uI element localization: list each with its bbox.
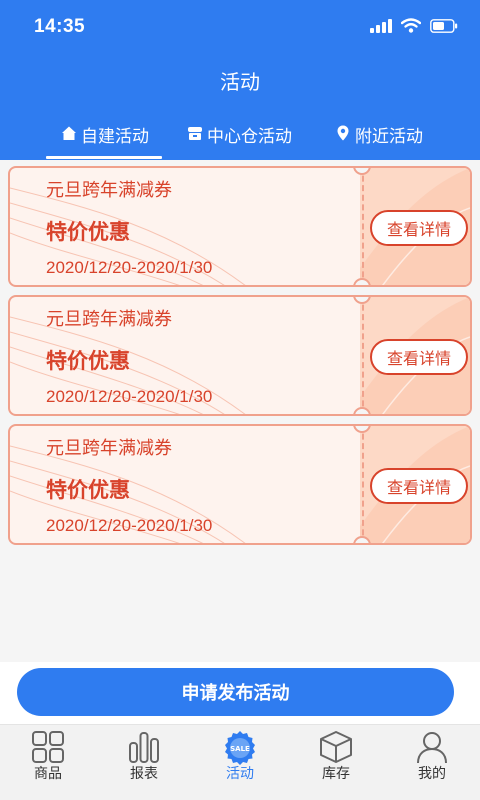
header: 14:35 活动 自建活动 中心仓活动 附近活动 [0,0,480,160]
nav-item-activities[interactable]: SALE 活动 [192,725,288,800]
coupon-divider [362,297,364,414]
coupon-card: 元旦跨年满减券 特价优惠 2020/12/20-2020/1/30 查看详情 [8,424,472,545]
nav-item-reports[interactable]: 报表 [96,725,192,800]
coupon-divider [362,168,364,285]
coupon-card: 元旦跨年满减券 特价优惠 2020/12/20-2020/1/30 查看详情 [8,166,472,287]
box-icon [320,731,352,763]
nav-item-inventory[interactable]: 库存 [288,725,384,800]
coupon-name: 元旦跨年满减券 [46,309,172,330]
coupon-name: 元旦跨年满减券 [46,438,172,459]
tab-active-indicator [46,156,162,159]
page-title: 活动 [220,70,260,94]
home-icon [62,126,76,140]
view-details-button[interactable]: 查看详情 [370,210,468,246]
tab-label: 中心仓活动 [207,127,292,147]
status-icons [370,18,458,33]
nav-label: 商品 [34,766,62,782]
sale-badge-icon: SALE [225,731,255,765]
store-icon [188,127,202,140]
coupon-name: 元旦跨年满减券 [46,180,172,201]
nav-label: 活动 [226,766,254,782]
status-time: 14:35 [34,16,86,37]
battery-icon [430,18,458,33]
tab-self-built[interactable]: 自建活动 [60,122,149,160]
tab-bar: 自建活动 中心仓活动 附近活动 [0,118,480,160]
nav-item-products[interactable]: 商品 [0,725,96,800]
coupon-type: 特价优惠 [46,478,130,502]
tab-nearby[interactable]: 附近活动 [334,122,423,160]
tab-label: 自建活动 [81,127,149,147]
status-bar: 14:35 [0,0,480,56]
nav-label: 我的 [418,766,446,782]
coupon-type: 特价优惠 [46,220,130,244]
nav-item-mine[interactable]: 我的 [384,725,480,800]
tab-central-warehouse[interactable]: 中心仓活动 [186,122,292,160]
grid-icon [32,731,64,763]
coupon-card: 元旦跨年满减券 特价优惠 2020/12/20-2020/1/30 查看详情 [8,295,472,416]
location-pin-icon [337,125,349,141]
coupon-type: 特价优惠 [46,349,130,373]
coupon-date: 2020/12/20-2020/1/30 [46,258,213,277]
coupon-date: 2020/12/20-2020/1/30 [46,516,213,535]
coupon-divider [362,426,364,543]
user-icon [417,732,447,764]
view-details-button[interactable]: 查看详情 [370,339,468,375]
signal-icon [370,18,392,33]
coupon-date: 2020/12/20-2020/1/30 [46,387,213,406]
nav-label: 报表 [130,766,158,782]
apply-publish-activity-button[interactable]: 申请发布活动 [17,668,454,716]
view-details-button[interactable]: 查看详情 [370,468,468,504]
wifi-icon [401,18,421,33]
bottom-nav: 商品 报表 SALE 活动 库存 我的 [0,724,480,800]
nav-label: 库存 [322,766,350,782]
bar-chart-icon [129,732,159,763]
svg-text:SALE: SALE [230,745,250,753]
tab-label: 附近活动 [355,127,423,147]
